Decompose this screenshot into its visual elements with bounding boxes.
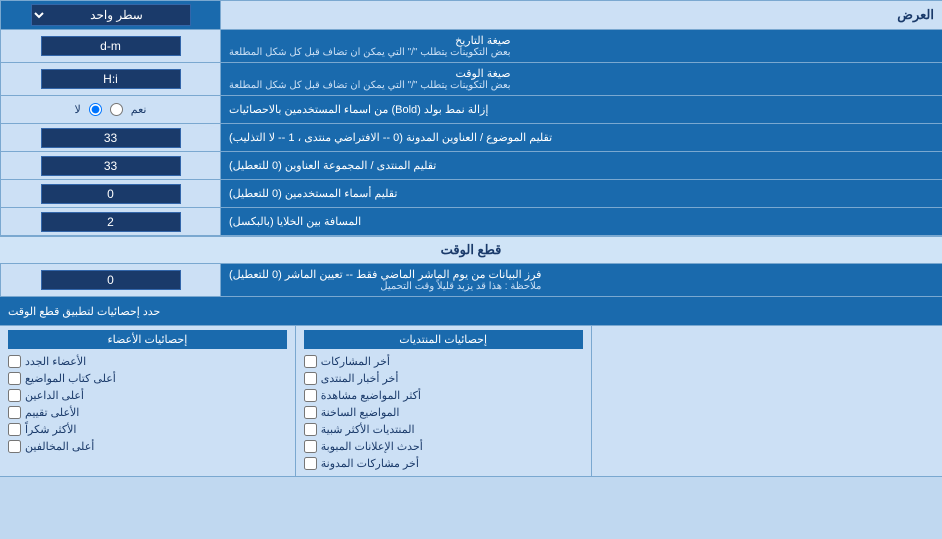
checkbox-item: أحدث الإعلانات المبوبة — [304, 438, 583, 455]
time-format-label: صيغة الوقت بعض التكوينات يتطلب "/" التي … — [220, 63, 942, 95]
subject-titles-label: تقليم الموضوع / العناوين المدونة (0 -- ا… — [220, 124, 942, 151]
checkbox-item: أعلى كتاب المواضيع — [8, 370, 287, 387]
date-format-input[interactable] — [41, 36, 181, 56]
dropdown-cell[interactable]: سطر واحد — [0, 1, 220, 29]
checkboxes-section: إحصائيات المنتديات أخر المشاركات أخر أخب… — [0, 326, 942, 477]
checkbox-latest-ads[interactable] — [304, 440, 317, 453]
checkbox-item: الأعلى تقييم — [8, 404, 287, 421]
checkbox-blog-posts[interactable] — [304, 457, 317, 470]
checkbox-item: أخر مشاركات المدونة — [304, 455, 583, 472]
usernames-input-cell — [0, 180, 220, 207]
time-format-row: صيغة الوقت بعض التكوينات يتطلب "/" التي … — [0, 63, 942, 96]
limit-row: حدد إحصائيات لتطبيق قطع الوقت — [0, 297, 942, 326]
subject-titles-input-cell — [0, 124, 220, 151]
lines-dropdown[interactable]: سطر واحد — [31, 4, 191, 26]
cutoff-input[interactable] — [41, 270, 181, 290]
bold-remove-input-cell: نعم لا — [0, 96, 220, 123]
cell-spacing-label: المسافة بين الخلايا (بالبكسل) — [220, 208, 942, 235]
col2-header: إحصائيات المنتديات — [304, 330, 583, 349]
date-format-input-cell — [0, 30, 220, 62]
time-format-input[interactable] — [41, 69, 181, 89]
cell-spacing-row: المسافة بين الخلايا (بالبكسل) — [0, 208, 942, 236]
checkbox-popular-forums[interactable] — [304, 423, 317, 436]
section-title: العرض — [220, 1, 942, 29]
checkbox-new-members[interactable] — [8, 355, 21, 368]
usernames-label: تقليم أسماء المستخدمين (0 للتعطيل) — [220, 180, 942, 207]
cell-spacing-input-cell — [0, 208, 220, 235]
checkbox-item: أخر المشاركات — [304, 353, 583, 370]
checkbox-item: أخر أخبار المنتدى — [304, 370, 583, 387]
cutoff-label: فرز البيانات من يوم الماشر الماضي فقط --… — [220, 264, 942, 296]
checkbox-item: الأعضاء الجدد — [8, 353, 287, 370]
checkboxes-col-empty — [591, 326, 942, 476]
checkbox-most-thanked[interactable] — [8, 423, 21, 436]
radio-no-label: لا — [75, 103, 81, 116]
radio-yes[interactable] — [110, 103, 123, 116]
cutoff-input-cell — [0, 264, 220, 296]
cutoff-section-header: قطع الوقت — [0, 236, 942, 264]
usernames-row: تقليم أسماء المستخدمين (0 للتعطيل) — [0, 180, 942, 208]
forum-titles-label: تقليم المنتدى / المجموعة العناوين (0 للت… — [220, 152, 942, 179]
checkbox-item: أعلى المخالفين — [8, 438, 287, 455]
bold-radio-group: نعم لا — [67, 103, 155, 116]
forum-titles-input-cell — [0, 152, 220, 179]
radio-no[interactable] — [89, 103, 102, 116]
bold-remove-label: إزالة نمط بولد (Bold) من اسماء المستخدمي… — [220, 96, 942, 123]
checkbox-forum-news[interactable] — [304, 372, 317, 385]
checkbox-item: أعلى الداعين — [8, 387, 287, 404]
date-format-row: صيغة التاريخ بعض التكوينات يتطلب "/" الت… — [0, 30, 942, 63]
subject-titles-row: تقليم الموضوع / العناوين المدونة (0 -- ا… — [0, 124, 942, 152]
forum-titles-row: تقليم المنتدى / المجموعة العناوين (0 للت… — [0, 152, 942, 180]
checkbox-most-viewed[interactable] — [304, 389, 317, 402]
bold-remove-row: إزالة نمط بولد (Bold) من اسماء المستخدمي… — [0, 96, 942, 124]
checkbox-highest-rated[interactable] — [8, 406, 21, 419]
checkbox-item: الأكثر شكراً — [8, 421, 287, 438]
checkbox-top-inviters[interactable] — [8, 389, 21, 402]
radio-yes-label: نعم — [131, 103, 147, 116]
checkbox-top-violators[interactable] — [8, 440, 21, 453]
cell-spacing-input[interactable] — [41, 212, 181, 232]
checkboxes-col-forums: إحصائيات المنتديات أخر المشاركات أخر أخب… — [295, 326, 591, 476]
checkbox-item: المواضيع الساخنة — [304, 404, 583, 421]
usernames-input[interactable] — [41, 184, 181, 204]
main-container: العرض سطر واحد صيغة التاريخ بعض التكوينا… — [0, 0, 942, 477]
cutoff-row: فرز البيانات من يوم الماشر الماضي فقط --… — [0, 264, 942, 297]
forum-titles-input[interactable] — [41, 156, 181, 176]
date-format-label: صيغة التاريخ بعض التكوينات يتطلب "/" الت… — [220, 30, 942, 62]
checkbox-hot-topics[interactable] — [304, 406, 317, 419]
checkbox-item: أكثر المواضيع مشاهدة — [304, 387, 583, 404]
col1-header: إحصائيات الأعضاء — [8, 330, 287, 349]
time-format-input-cell — [0, 63, 220, 95]
checkboxes-col-members: إحصائيات الأعضاء الأعضاء الجدد أعلى كتاب… — [0, 326, 295, 476]
checkbox-top-posters[interactable] — [8, 372, 21, 385]
checkbox-last-posts[interactable] — [304, 355, 317, 368]
limit-label: حدد إحصائيات لتطبيق قطع الوقت — [0, 297, 942, 325]
title-row: العرض سطر واحد — [0, 0, 942, 30]
subject-titles-input[interactable] — [41, 128, 181, 148]
checkbox-item: المنتديات الأكثر شبية — [304, 421, 583, 438]
